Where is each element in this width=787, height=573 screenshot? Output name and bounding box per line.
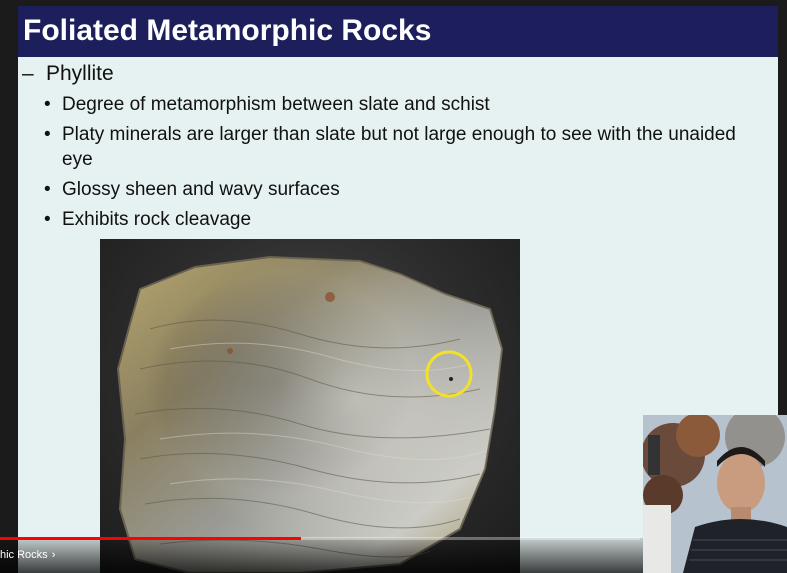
- video-player[interactable]: Foliated Metamorphic Rocks – Phyllite • D…: [0, 0, 787, 573]
- chapter-title-button[interactable]: hic Rocks ›: [0, 549, 55, 561]
- progress-bar-fill: [0, 537, 301, 540]
- chevron-right-icon: ›: [51, 549, 56, 561]
- sub-bullet: • Degree of metamorphism between slate a…: [44, 92, 769, 117]
- sub-bullet-text: Exhibits rock cleavage: [62, 209, 252, 230]
- slide-title-bar: Foliated Metamorphic Rocks: [18, 6, 778, 57]
- chapter-title: hic Rocks: [0, 549, 48, 561]
- sub-bullet: • Glossy sheen and wavy surfaces: [44, 177, 769, 202]
- sub-bullet-text: Degree of metamorphism between slate and…: [62, 94, 490, 115]
- presenter-video: [643, 415, 787, 573]
- sub-bullet-text: Platy minerals are larger than slate but…: [62, 124, 736, 170]
- phyllite-rock-image: [100, 239, 520, 573]
- presenter-webcam: [643, 415, 787, 573]
- sub-bullet-text: Glossy sheen and wavy surfaces: [62, 179, 340, 200]
- main-bullet-text: Phyllite: [46, 62, 114, 85]
- main-bullet: – Phyllite: [22, 62, 114, 86]
- sub-bullet: • Exhibits rock cleavage: [44, 207, 769, 232]
- sub-bullet-list: • Degree of metamorphism between slate a…: [44, 92, 769, 237]
- slide-title: Foliated Metamorphic Rocks: [23, 14, 432, 47]
- bullet-dot: •: [44, 179, 51, 200]
- dash-marker: –: [22, 62, 34, 85]
- bullet-dot: •: [44, 94, 51, 115]
- bullet-dot: •: [44, 124, 51, 145]
- bullet-dot: •: [44, 209, 51, 230]
- progress-bar[interactable]: [0, 537, 640, 540]
- rock-illustration: [116, 255, 504, 573]
- sub-bullet: • Platy minerals are larger than slate b…: [44, 122, 769, 172]
